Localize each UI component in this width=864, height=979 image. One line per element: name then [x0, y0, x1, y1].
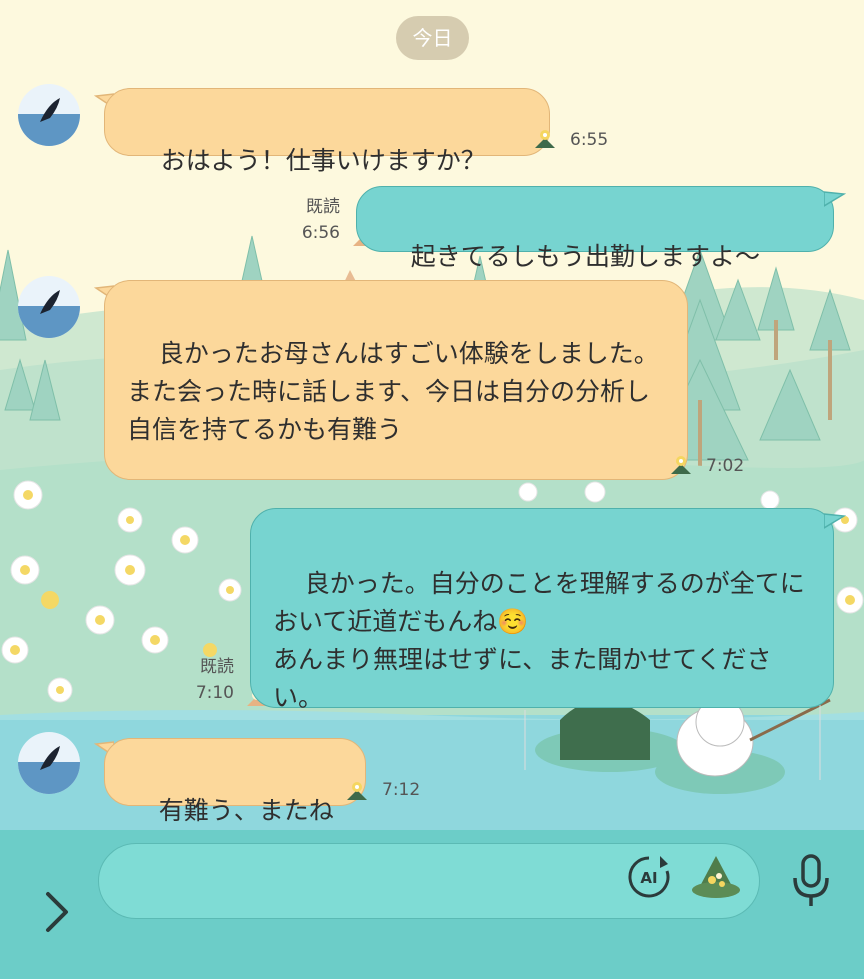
- message-text: 良かったお母さんはすごい体験をしました。また会った時に話します、今日は自分の分析…: [127, 339, 659, 444]
- message-bubble-outgoing[interactable]: 起きてるしもう出勤しますよ〜: [356, 186, 834, 271]
- message-bubble-outgoing[interactable]: 良かった。自分のことを理解するのが全てにおいて近道だもんね☺️ あんまり無理はせ…: [250, 508, 834, 712]
- avatar[interactable]: [18, 732, 80, 794]
- message-time: 6:56: [301, 223, 340, 243]
- date-separator: 今日: [396, 16, 469, 60]
- message-time: 7:02: [706, 456, 745, 476]
- flower-reaction-icon: [347, 782, 367, 800]
- avatar-photo: [18, 276, 80, 338]
- avatar[interactable]: [18, 84, 80, 146]
- message-bubble-incoming[interactable]: 有難う、またね: [104, 738, 366, 825]
- message-time: 7:12: [382, 780, 421, 800]
- message-text: 起きてるしもう出勤しますよ〜: [410, 242, 761, 271]
- read-receipt: 既読 6:56: [292, 194, 340, 246]
- flower-reaction-icon: [535, 130, 555, 148]
- message-bubble-incoming[interactable]: 良かったお母さんはすごい体験をしました。また会った時に話します、今日は自分の分析…: [104, 280, 688, 480]
- read-receipt: 既読 7:10: [186, 654, 234, 706]
- chat-area[interactable]: 今日 おはよう！仕事いけますか？ 6:55 既読 6:56 起きてるしもう出勤し…: [0, 0, 864, 830]
- message-bubble-incoming[interactable]: おはよう！仕事いけますか？: [104, 88, 550, 175]
- snufkin-hat-icon[interactable]: [690, 852, 742, 902]
- bubble-tail: [824, 513, 846, 529]
- message-text: おはよう！仕事いけますか？: [160, 146, 486, 175]
- avatar-photo: [18, 84, 80, 146]
- avatar-photo: [18, 732, 80, 794]
- ai-label: AI: [640, 869, 657, 887]
- read-label: 既読: [200, 657, 234, 677]
- message-time: 6:55: [570, 130, 609, 150]
- chevron-right-icon[interactable]: [36, 884, 76, 940]
- flower-reaction-icon: [671, 456, 691, 474]
- microphone-icon[interactable]: [790, 852, 832, 908]
- message-text: 有難う、またね: [158, 796, 334, 825]
- bubble-tail: [824, 191, 846, 207]
- message-time: 7:10: [195, 683, 234, 703]
- message-text: 良かった。自分のことを理解するのが全てにおいて近道だもんね☺️ あんまり無理はせ…: [273, 569, 805, 712]
- ai-icon[interactable]: AI: [624, 852, 674, 902]
- read-label: 既読: [306, 197, 340, 217]
- avatar[interactable]: [18, 276, 80, 338]
